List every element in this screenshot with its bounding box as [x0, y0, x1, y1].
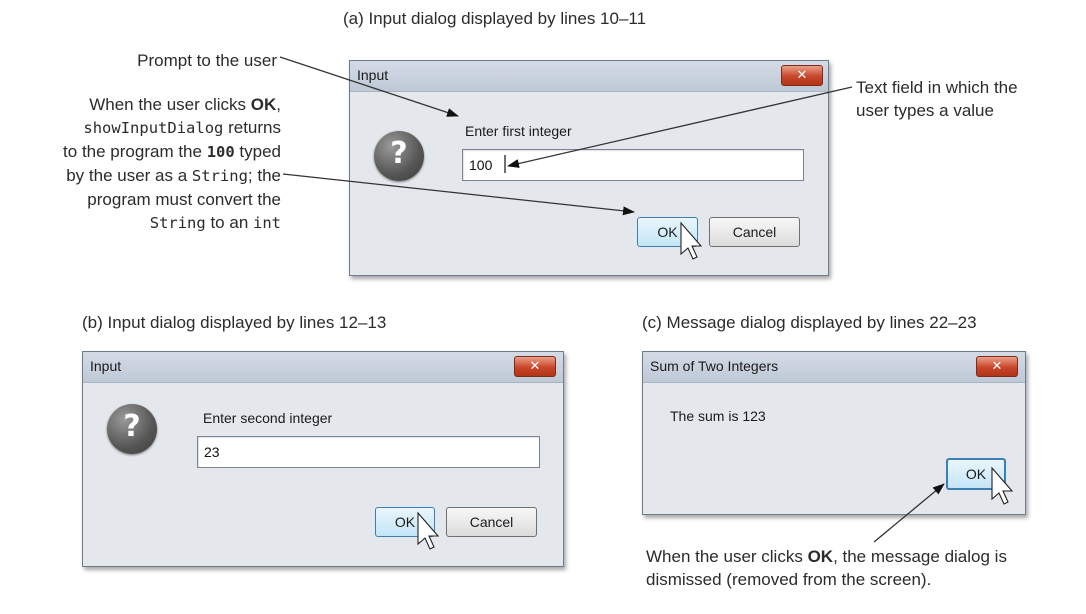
- mouse-cursor-icon: [680, 221, 703, 260]
- textfield-callout-line: [507, 86, 853, 168]
- mouse-cursor-icon: [991, 466, 1014, 505]
- dismiss-callout-line: [873, 483, 945, 543]
- mouse-cursor-icon: [417, 511, 440, 550]
- prompt-callout-line: [279, 56, 459, 117]
- callout-overlay: [279, 56, 1014, 550]
- ok-callout-line: [282, 173, 635, 216]
